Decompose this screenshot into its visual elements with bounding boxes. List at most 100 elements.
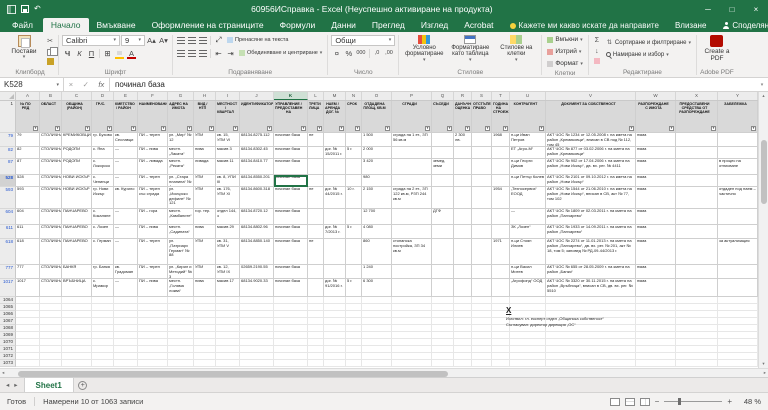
cell[interactable] — [346, 332, 362, 339]
autosum-icon[interactable]: Σ — [592, 36, 602, 45]
cell[interactable] — [114, 297, 138, 304]
cell[interactable]: няма — [636, 239, 676, 265]
cell[interactable] — [676, 265, 718, 279]
cell[interactable]: дог. № 15/2011 г. — [324, 147, 346, 159]
cell[interactable]: кв. 31, УПИ V — [216, 239, 240, 265]
cell[interactable]: БАНКЯ — [62, 265, 92, 279]
cell[interactable] — [346, 175, 362, 187]
cell[interactable] — [194, 346, 216, 353]
increase-indent-icon[interactable]: ⇥ — [225, 48, 236, 59]
cell[interactable] — [546, 297, 636, 304]
select-all-corner[interactable] — [0, 92, 16, 100]
cell[interactable] — [362, 332, 392, 339]
format-cells-button[interactable]: Формат ▾ — [545, 58, 585, 69]
cell[interactable]: 2 000 — [362, 147, 392, 159]
minimize-button[interactable]: ─ — [696, 0, 720, 18]
cell[interactable] — [718, 332, 758, 339]
cell[interactable]: АКТ ЧОС № 1933 от 14.09.2011 г. на кмета… — [546, 225, 636, 239]
cell[interactable] — [16, 332, 40, 339]
cell[interactable] — [92, 353, 114, 360]
undo-icon[interactable]: ↶ — [34, 5, 41, 13]
cell[interactable] — [392, 175, 432, 187]
column-header-O[interactable]: O — [362, 92, 392, 100]
cell[interactable] — [718, 353, 758, 360]
cell[interactable] — [510, 360, 546, 367]
column-header-D[interactable]: D — [92, 92, 114, 100]
cell[interactable]: 68134.8850.140 — [240, 239, 274, 265]
cell[interactable] — [676, 332, 718, 339]
cell[interactable] — [62, 353, 92, 360]
cell[interactable] — [718, 279, 758, 297]
cell[interactable]: ПИ – гора — [138, 209, 168, 225]
cell[interactable]: с. Мрамор — [92, 279, 114, 297]
column-header-N[interactable]: N — [346, 92, 362, 100]
filter-button-icon[interactable]: ▾ — [209, 126, 214, 131]
delete-cells-button[interactable]: Изтрий ▾ — [545, 46, 583, 57]
cell[interactable] — [114, 360, 138, 367]
comma-style-button[interactable]: 000 — [355, 48, 366, 59]
cell[interactable] — [510, 297, 546, 304]
cell[interactable] — [492, 159, 510, 175]
cell[interactable] — [274, 339, 308, 346]
cell[interactable]: 68134.8802.96 — [240, 225, 274, 239]
cell[interactable] — [454, 209, 472, 225]
cell[interactable]: стопанска постройка, ЗП 34 кв.м — [392, 239, 432, 265]
cell[interactable] — [454, 265, 472, 279]
accounting-format-button[interactable]: ¤ — [331, 48, 342, 59]
cell[interactable]: 980 — [362, 175, 392, 187]
cell[interactable]: ДГФ — [432, 209, 454, 225]
cell[interactable] — [676, 353, 718, 360]
cell[interactable] — [454, 279, 472, 297]
filter-button-icon[interactable]: ▾ — [131, 126, 136, 131]
column-header-Y[interactable]: Y — [718, 92, 758, 100]
cell[interactable] — [216, 325, 240, 332]
cell[interactable]: 2 150 — [362, 187, 392, 209]
vertical-scrollbar[interactable]: ▴ ▾ — [758, 92, 768, 368]
cell[interactable] — [432, 311, 454, 318]
cell[interactable]: 2 300 лв. — [454, 133, 472, 147]
cell[interactable] — [392, 360, 432, 367]
cell[interactable]: местн. „Садината“ — [168, 225, 194, 239]
header-cell-W[interactable]: РАЗПОРЕЖДАНЕ С ИМОТА▾ — [636, 101, 676, 133]
cell[interactable] — [324, 297, 346, 304]
align-right-icon[interactable] — [199, 50, 207, 57]
cell[interactable] — [392, 332, 432, 339]
cell[interactable]: ПИ – нива — [138, 225, 168, 239]
zoom-level[interactable]: 48 % — [737, 397, 761, 406]
column-header-R[interactable]: R — [454, 92, 472, 100]
column-header-C[interactable]: C — [62, 92, 92, 100]
cell[interactable]: ПИ – терен — [138, 133, 168, 147]
cell[interactable] — [138, 339, 168, 346]
grow-font-button[interactable]: А▴ — [146, 35, 157, 46]
cell[interactable]: АКТ ЧОС № 2101 от 09.10.2012 г. на кмета… — [546, 175, 636, 187]
cell[interactable] — [472, 353, 492, 360]
cell[interactable] — [392, 353, 432, 360]
cell[interactable]: за актуализация — [718, 239, 758, 265]
row-number[interactable]: 1071 — [0, 346, 16, 353]
cell[interactable]: ул. „Искърско дефиле“ № 121 — [168, 187, 194, 209]
cell[interactable] — [16, 297, 40, 304]
cell[interactable]: гр. Бухово — [92, 133, 114, 147]
cell[interactable]: 611 — [16, 225, 40, 239]
filter-button-icon[interactable]: ▾ — [539, 126, 544, 131]
cell[interactable] — [346, 311, 362, 318]
cell[interactable]: СТОЛИЧНА — [40, 225, 62, 239]
cell[interactable] — [114, 339, 138, 346]
cell[interactable]: — — [114, 209, 138, 225]
align-middle-icon[interactable] — [188, 37, 196, 44]
cell[interactable] — [194, 304, 216, 311]
cell[interactable]: нива — [194, 279, 216, 297]
cell[interactable]: ПИ – ливада — [138, 159, 168, 175]
column-header-E[interactable]: E — [114, 92, 138, 100]
cell[interactable] — [472, 297, 492, 304]
cell[interactable] — [92, 339, 114, 346]
cell[interactable] — [62, 297, 92, 304]
insert-function-icon[interactable]: fx — [98, 80, 104, 89]
cell[interactable]: ул. „Мир“ № 12 — [168, 133, 194, 147]
merge-center-button[interactable]: Обединяване и центриране ▾ — [237, 48, 324, 59]
cell[interactable] — [676, 311, 718, 318]
cell[interactable] — [718, 346, 758, 353]
cell[interactable] — [392, 346, 432, 353]
cell[interactable] — [636, 297, 676, 304]
cell[interactable] — [546, 339, 636, 346]
